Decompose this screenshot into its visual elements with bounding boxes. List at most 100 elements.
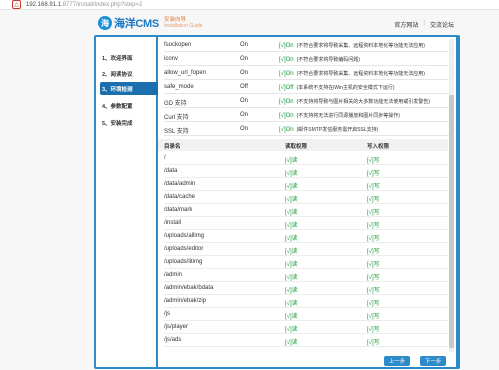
step-agreement[interactable]: 2、阅读协议 bbox=[100, 67, 158, 80]
prev-step-button[interactable]: 上一步 bbox=[384, 356, 410, 366]
dir-read: [√]读 bbox=[285, 327, 298, 333]
logo-text: 海洋CMS bbox=[114, 18, 159, 30]
setting-row: iconv On [√]On (不符合要求将导致编码问题) bbox=[164, 52, 449, 66]
dir-write: [√]写 bbox=[367, 288, 380, 294]
dir-path: /uploads/allimg bbox=[164, 233, 205, 239]
step-configuration[interactable]: 4、参数配置 bbox=[100, 99, 158, 112]
dir-col-write: 写入权限 bbox=[367, 144, 390, 150]
official-site-link[interactable]: 官方网站 bbox=[394, 20, 418, 29]
setting-result: [√]On (不符合要求将导致采集、远程资料本地化等功能无法应用) bbox=[279, 70, 425, 77]
dir-row: /uploads/allimg [√]读 [√]写 bbox=[164, 230, 448, 243]
dir-row: /js/player [√]读 [√]写 bbox=[164, 321, 448, 334]
step-sidebar: 1、欢迎界面 2、阅读协议 3、环境检测 4、参数配置 5、安装完成 bbox=[94, 35, 158, 369]
setting-note: (不符合要求将导致编码问题) bbox=[296, 57, 360, 63]
setting-row: safe_mode Off [√]Off (本系统不支持在iWin主机的安全模式下… bbox=[164, 80, 449, 94]
dir-write: [√]写 bbox=[367, 275, 380, 281]
dir-row: /install [√]读 [√]写 bbox=[164, 217, 448, 230]
setting-state: On bbox=[240, 126, 249, 132]
dir-write: [√]写 bbox=[367, 223, 380, 229]
dir-write: [√]写 bbox=[367, 249, 380, 255]
dir-write: [√]写 bbox=[367, 236, 380, 242]
dir-read: [√]读 bbox=[285, 288, 298, 294]
dir-row: /admin/ebak/zip [√]读 [√]写 bbox=[164, 295, 448, 308]
dir-path: /js bbox=[164, 311, 170, 317]
setting-name: GD 支持 bbox=[164, 101, 187, 107]
setting-state: Off bbox=[240, 84, 248, 90]
dir-row: /data [√]读 [√]写 bbox=[164, 165, 448, 178]
step-welcome[interactable]: 1、欢迎界面 bbox=[100, 51, 158, 64]
dir-path: /js/player bbox=[164, 324, 189, 330]
setting-result: [√]On (不支持将导致与图片相关的大多数功能无法使用或引发警告) bbox=[279, 98, 430, 105]
dir-write: [√]写 bbox=[367, 262, 380, 268]
setting-row: SSL 支持 On [√]On (邮件SMTP发信服务需开启SSL支持) bbox=[164, 122, 449, 136]
dir-col-path: 目录名 bbox=[164, 144, 181, 150]
setting-name: fsockopen bbox=[164, 42, 192, 48]
not-secure-warning-icon[interactable]: △ bbox=[12, 0, 21, 9]
setting-row: fsockopen On [√]On (不符合要求将导致采集、远程资料本地化等功能… bbox=[164, 38, 449, 52]
dir-row: /admin [√]读 [√]写 bbox=[164, 269, 448, 282]
setting-state: On bbox=[240, 112, 249, 118]
dir-read: [√]读 bbox=[285, 184, 298, 190]
setting-state: On bbox=[240, 70, 249, 76]
dir-row: /uploads/editor [√]读 [√]写 bbox=[164, 243, 448, 256]
dir-write: [√]写 bbox=[367, 327, 380, 333]
setting-name: Curl 支持 bbox=[164, 115, 189, 121]
dir-path: /data/cache bbox=[164, 194, 196, 200]
setting-result-value: [√]On bbox=[279, 127, 294, 133]
dir-read: [√]读 bbox=[285, 171, 298, 177]
dir-row: /js/ads [√]读 [√]写 bbox=[164, 334, 448, 347]
content-scrollbar-thumb[interactable] bbox=[449, 95, 454, 348]
link-separator: | bbox=[423, 20, 425, 26]
dir-write: [√]写 bbox=[367, 301, 380, 307]
dir-row: /data/mark [√]读 [√]写 bbox=[164, 204, 448, 217]
dir-row: /data/admin [√]读 [√]写 bbox=[164, 178, 448, 191]
dir-read: [√]读 bbox=[285, 301, 298, 307]
setting-state: On bbox=[240, 42, 249, 48]
dir-read: [√]读 bbox=[285, 158, 298, 164]
dir-row: /admin/ebak/bdata [√]读 [√]写 bbox=[164, 282, 448, 295]
dir-col-read: 读取权限 bbox=[285, 144, 308, 150]
setting-result-value: [√]Off bbox=[279, 85, 294, 91]
setting-result: [√]On (不符合要求将导致编码问题) bbox=[279, 56, 360, 63]
dir-table-header: 目录名 读取权限 写入权限 bbox=[158, 139, 448, 151]
dir-path: /admin/ebak/bdata bbox=[164, 285, 214, 291]
dir-write: [√]写 bbox=[367, 314, 380, 320]
dir-row: /data/cache [√]读 [√]写 bbox=[164, 191, 448, 204]
url-host: 192.168.91.1 bbox=[26, 1, 62, 8]
setting-note: (邮件SMTP发信服务需开启SSL支持) bbox=[296, 127, 379, 133]
dir-path: /js/ads bbox=[164, 337, 182, 343]
setting-result-value: [√]On bbox=[279, 43, 294, 49]
dir-write: [√]写 bbox=[367, 184, 380, 190]
dir-path: /data/admin bbox=[164, 181, 196, 187]
dir-write: [√]写 bbox=[367, 158, 380, 164]
dir-row: /js [√]读 [√]写 bbox=[164, 308, 448, 321]
setting-result: [√]Off (本系统不支持在iWin主机的安全模式下运行) bbox=[279, 84, 395, 91]
setting-note: (不支持将导致与图片相关的大多数功能无法使用或引发警告) bbox=[296, 99, 430, 105]
url-field[interactable]: 192.168.91.1:8777/install/index.php?step… bbox=[26, 2, 142, 8]
step-footer: 上一步 下一步 bbox=[158, 353, 456, 367]
dir-path: /uploads/editor bbox=[164, 246, 204, 252]
step-environment-check[interactable]: 3、环境检测 bbox=[100, 82, 158, 95]
dir-read: [√]读 bbox=[285, 197, 298, 203]
next-step-button[interactable]: 下一步 bbox=[420, 356, 446, 366]
forum-link[interactable]: 交流论坛 bbox=[430, 20, 454, 29]
url-path: :8777/install/index.php?step=2 bbox=[61, 1, 143, 8]
setting-name: iconv bbox=[164, 56, 179, 62]
dir-path: /admin/ebak/zip bbox=[164, 298, 207, 304]
setting-result-value: [√]On bbox=[279, 113, 294, 119]
dir-path: /data/mark bbox=[164, 207, 193, 213]
setting-result-value: [√]On bbox=[279, 99, 294, 105]
logo-subtitle-en: Installation Guide bbox=[163, 23, 203, 29]
setting-result-value: [√]On bbox=[279, 57, 294, 63]
page-header: 海 海洋CMS 安装向导 Installation Guide 官方网站 | 交… bbox=[0, 10, 499, 34]
setting-note: (不支持将无法进行同源播放和图片同步等操作) bbox=[296, 113, 400, 119]
dir-path: /data bbox=[164, 168, 178, 174]
dir-path: /admin bbox=[164, 272, 183, 278]
dir-read: [√]读 bbox=[285, 249, 298, 255]
dir-path: /install bbox=[164, 220, 182, 226]
dir-path: /uploads/litimg bbox=[164, 259, 203, 265]
dir-write: [√]写 bbox=[367, 340, 380, 346]
step-complete[interactable]: 5、安装完成 bbox=[100, 116, 158, 129]
dir-write: [√]写 bbox=[367, 171, 380, 177]
setting-result: [√]On (不符合要求将导致采集、远程资料本地化等功能无法应用) bbox=[279, 42, 425, 49]
